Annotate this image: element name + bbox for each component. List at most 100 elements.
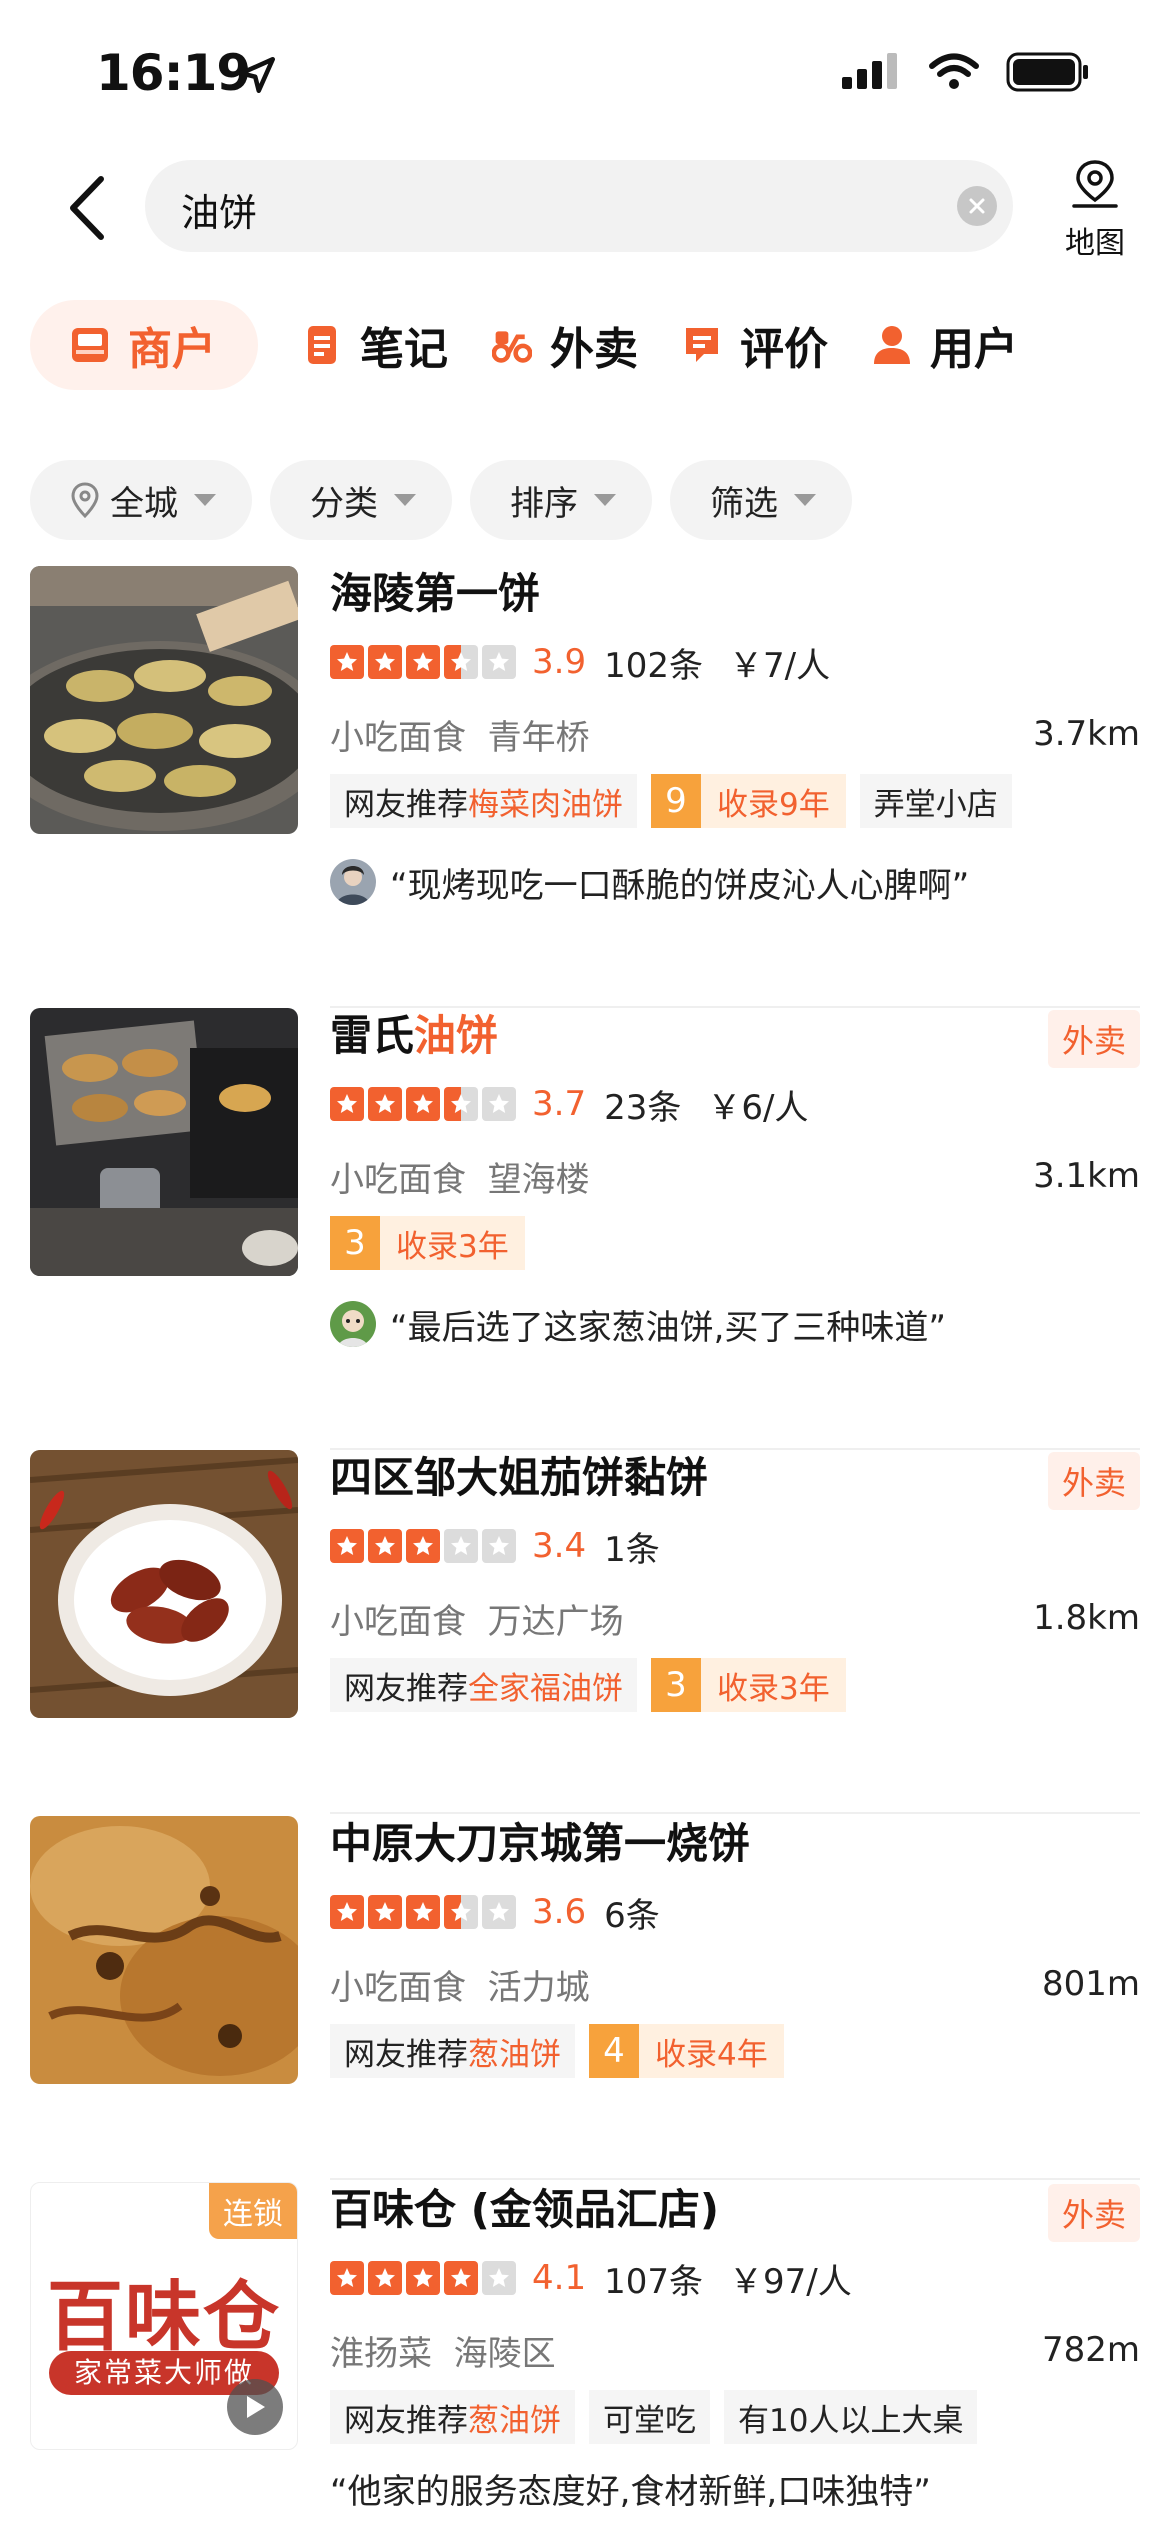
distance: 782m — [1041, 2330, 1140, 2370]
star-icon — [368, 1087, 402, 1121]
quote-text: “他家的服务态度好,食材新鲜,口味独特” — [330, 2471, 931, 2512]
distance: 3.1km — [1033, 1156, 1140, 1196]
user-icon — [872, 324, 912, 366]
divider — [330, 1812, 1140, 1814]
takeout-badge[interactable]: 外卖 — [1047, 2184, 1140, 2242]
rating-row: 4.1 107条 ￥97/人 — [330, 2250, 1140, 2306]
tab-label: 笔记 — [360, 324, 448, 375]
filter-city[interactable]: 全城 — [30, 460, 252, 540]
tab-label: 用户 — [930, 324, 1018, 375]
area: 青年桥 — [487, 717, 590, 758]
merchant-name-text: 雷氏 — [330, 1011, 415, 1060]
merchant-info: 雷氏油饼 外卖 3.7 23条 ￥6/人 小吃面食 望海楼 3.1km 3 收录3… — [330, 1008, 1140, 1352]
star-icon — [444, 1529, 478, 1563]
chevron-left-icon — [70, 176, 104, 240]
tab-notes[interactable]: 笔记 — [302, 300, 448, 390]
tags-row: 网友推荐 梅菜肉油饼 9 收录9年 弄堂小店 — [330, 774, 1140, 830]
years-number: 4 — [589, 2024, 639, 2078]
rating-score: 3.4 — [532, 1526, 587, 1566]
tab-label: 商户 — [128, 324, 216, 375]
rating-score: 3.9 — [532, 642, 587, 682]
merchant-name-text: 中原大刀京城第一烧饼 — [330, 1819, 751, 1868]
merchant-info: 百味仓 (金领品汇店) 外卖 4.1 107条 ￥97/人 淮扬菜 海陵区 78… — [330, 2182, 1140, 2516]
category: 小吃面食 — [330, 1967, 466, 2008]
rating-row: 3.6 6条 — [330, 1884, 1140, 1940]
merchant-name[interactable]: 百味仓 (金领品汇店) — [330, 2182, 1140, 2238]
star-icon — [444, 645, 478, 679]
meta-row: 小吃面食 万达广场 1.8km — [330, 1590, 1140, 1646]
recommend-tag: 网友推荐 梅菜肉油饼 — [330, 774, 637, 828]
tab-takeout[interactable]: 外卖 — [492, 300, 638, 390]
recommend-dish: 梅菜肉油饼 — [468, 786, 623, 823]
takeout-badge[interactable]: 外卖 — [1047, 1010, 1140, 1068]
filter-sort[interactable]: 排序 — [470, 460, 652, 540]
merchant-card[interactable]: 海陵第一饼 3.9 102条 ￥7/人 小吃面食 青年桥 3.7km 网友推荐梅… — [0, 566, 1170, 1008]
recommend-tag: 网友推荐 葱油饼 — [330, 2024, 575, 2078]
merchant-name[interactable]: 中原大刀京城第一烧饼 — [330, 1816, 1140, 1872]
recommend-dish: 葱油饼 — [468, 2036, 561, 2073]
merchant-name-text: 四区邹大姐茄饼黏饼 — [330, 1453, 709, 1502]
merchant-name[interactable]: 雷氏油饼 — [330, 1008, 1140, 1064]
merchant-name-highlight: 油饼 — [414, 1011, 499, 1060]
star-rating — [330, 645, 516, 679]
star-icon — [330, 645, 364, 679]
filter-more[interactable]: 筛选 — [670, 460, 852, 540]
category-tabs: 商户 笔记 外卖 评价 用户 — [30, 300, 1170, 390]
years-number: 3 — [330, 1216, 380, 1270]
merchant-name[interactable]: 四区邹大姐茄饼黏饼 — [330, 1450, 1140, 1506]
review-count: 107条 — [604, 2261, 703, 2302]
merchant-card[interactable]: 连锁 百味仓 家常菜大师做 百味仓 (金领品汇店) 外卖 4.1 107条 ￥9… — [0, 2182, 1170, 2532]
area: 活力城 — [487, 1967, 590, 2008]
logo-text: 百味仓 — [47, 2272, 281, 2361]
tab-users[interactable]: 用户 — [872, 300, 1018, 390]
divider — [330, 2178, 1140, 2180]
status-icons — [842, 52, 1090, 92]
years-listed-tag: 9 收录9年 — [651, 774, 846, 828]
close-icon — [969, 198, 985, 214]
tab-label: 评价 — [740, 324, 828, 375]
map-button[interactable]: 地图 — [1050, 158, 1140, 261]
caret-down-icon — [794, 494, 816, 506]
star-icon — [406, 1529, 440, 1563]
category: 淮扬菜 — [330, 2333, 432, 2374]
star-icon — [482, 1529, 516, 1563]
meta-row: 小吃面食 活力城 801m — [330, 1956, 1140, 2012]
search-input[interactable]: 油饼 — [145, 160, 1013, 252]
recommend-prefix: 网友推荐 — [344, 786, 468, 823]
price-per-person: ￥97/人 — [728, 2261, 852, 2302]
merchant-name-text: 海陵第一饼 — [330, 569, 541, 618]
wifi-icon — [929, 53, 979, 89]
filter-label: 分类 — [310, 483, 378, 524]
location-arrow-icon — [238, 56, 276, 94]
tab-merchants[interactable]: 商户 — [30, 300, 258, 390]
caret-down-icon — [194, 494, 216, 506]
merchant-name-text: 百味仓 (金领品汇店) — [330, 2185, 720, 2234]
star-icon — [444, 2261, 478, 2295]
rating-row: 3.9 102条 ￥7/人 — [330, 634, 1140, 690]
clear-search-button[interactable] — [957, 186, 997, 226]
star-icon — [482, 1087, 516, 1121]
years-listed-tag: 3 收录3年 — [651, 1658, 846, 1712]
merchant-info: 中原大刀京城第一烧饼 3.6 6条 小吃面食 活力城 801m 网友推荐 葱油饼 … — [330, 1816, 1140, 2080]
merchant-name[interactable]: 海陵第一饼 — [330, 566, 1140, 622]
feature-tag: 有10人以上大桌 — [724, 2390, 978, 2444]
tab-reviews[interactable]: 评价 — [682, 300, 828, 390]
star-icon — [482, 2261, 516, 2295]
filter-category[interactable]: 分类 — [270, 460, 452, 540]
recommend-tag: 网友推荐 葱油饼 — [330, 2390, 575, 2444]
caret-down-icon — [394, 494, 416, 506]
takeout-badge[interactable]: 外卖 — [1047, 1452, 1140, 1510]
star-icon — [368, 1895, 402, 1929]
merchant-info: 海陵第一饼 3.9 102条 ￥7/人 小吃面食 青年桥 3.7km 网友推荐梅… — [330, 566, 1140, 910]
back-button[interactable] — [52, 168, 122, 248]
distance: 801m — [1041, 1964, 1140, 2004]
caret-down-icon — [594, 494, 616, 506]
filter-bar: 全城 分类 排序 筛选 — [30, 460, 852, 540]
tags-row: 3 收录3年 — [330, 1216, 1140, 1272]
play-video-button[interactable] — [227, 2379, 283, 2435]
rating-row: 3.7 23条 ￥6/人 — [330, 1076, 1140, 1132]
merchant-card[interactable]: 雷氏油饼 外卖 3.7 23条 ￥6/人 小吃面食 望海楼 3.1km 3 收录3… — [0, 1008, 1170, 1450]
rating-score: 3.7 — [532, 1084, 587, 1124]
tags-row: 网友推荐 葱油饼 4 收录4年 — [330, 2024, 1140, 2080]
rating-score: 4.1 — [532, 2258, 587, 2298]
